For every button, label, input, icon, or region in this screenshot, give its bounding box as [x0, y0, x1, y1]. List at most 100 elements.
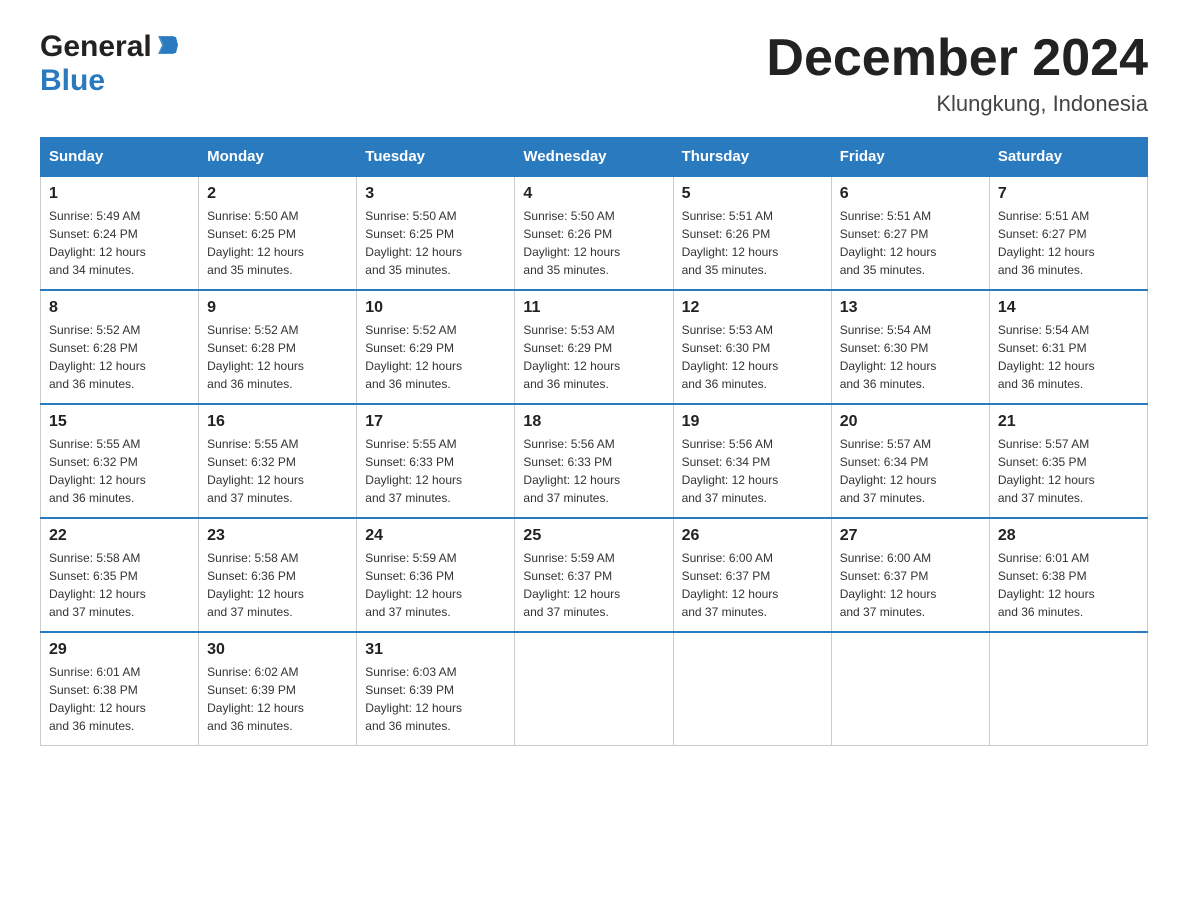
day-number: 23 — [207, 527, 348, 545]
day-number: 4 — [523, 185, 664, 203]
calendar-cell: 2 Sunrise: 5:50 AM Sunset: 6:25 PM Dayli… — [199, 176, 357, 290]
day-info: Sunrise: 5:51 AM Sunset: 6:27 PM Dayligh… — [840, 207, 981, 279]
calendar-cell: 6 Sunrise: 5:51 AM Sunset: 6:27 PM Dayli… — [831, 176, 989, 290]
calendar-cell: 12 Sunrise: 5:53 AM Sunset: 6:30 PM Dayl… — [673, 290, 831, 404]
day-number: 20 — [840, 413, 981, 431]
calendar-week-row: 22 Sunrise: 5:58 AM Sunset: 6:35 PM Dayl… — [41, 518, 1148, 632]
calendar-cell: 9 Sunrise: 5:52 AM Sunset: 6:28 PM Dayli… — [199, 290, 357, 404]
calendar-cell: 8 Sunrise: 5:52 AM Sunset: 6:28 PM Dayli… — [41, 290, 199, 404]
day-info: Sunrise: 5:56 AM Sunset: 6:33 PM Dayligh… — [523, 435, 664, 507]
calendar-cell: 7 Sunrise: 5:51 AM Sunset: 6:27 PM Dayli… — [989, 176, 1147, 290]
day-info: Sunrise: 5:50 AM Sunset: 6:26 PM Dayligh… — [523, 207, 664, 279]
day-number: 11 — [523, 299, 664, 317]
day-info: Sunrise: 5:55 AM Sunset: 6:32 PM Dayligh… — [207, 435, 348, 507]
title-section: December 2024 Klungkung, Indonesia — [766, 30, 1148, 117]
calendar-cell: 17 Sunrise: 5:55 AM Sunset: 6:33 PM Dayl… — [357, 404, 515, 518]
day-info: Sunrise: 5:50 AM Sunset: 6:25 PM Dayligh… — [207, 207, 348, 279]
calendar-cell: 19 Sunrise: 5:56 AM Sunset: 6:34 PM Dayl… — [673, 404, 831, 518]
day-info: Sunrise: 5:53 AM Sunset: 6:29 PM Dayligh… — [523, 321, 664, 393]
calendar-cell: 14 Sunrise: 5:54 AM Sunset: 6:31 PM Dayl… — [989, 290, 1147, 404]
calendar-week-row: 15 Sunrise: 5:55 AM Sunset: 6:32 PM Dayl… — [41, 404, 1148, 518]
logo: General Blue — [40, 30, 178, 98]
calendar-cell — [831, 632, 989, 746]
day-number: 9 — [207, 299, 348, 317]
calendar-cell — [515, 632, 673, 746]
calendar-header-monday: Monday — [199, 138, 357, 177]
day-number: 31 — [365, 641, 506, 659]
day-info: Sunrise: 5:56 AM Sunset: 6:34 PM Dayligh… — [682, 435, 823, 507]
day-number: 25 — [523, 527, 664, 545]
calendar-header-friday: Friday — [831, 138, 989, 177]
day-info: Sunrise: 6:01 AM Sunset: 6:38 PM Dayligh… — [998, 549, 1139, 621]
calendar-header-tuesday: Tuesday — [357, 138, 515, 177]
day-number: 18 — [523, 413, 664, 431]
day-number: 2 — [207, 185, 348, 203]
day-info: Sunrise: 6:01 AM Sunset: 6:38 PM Dayligh… — [49, 663, 190, 735]
calendar-week-row: 29 Sunrise: 6:01 AM Sunset: 6:38 PM Dayl… — [41, 632, 1148, 746]
calendar-cell: 10 Sunrise: 5:52 AM Sunset: 6:29 PM Dayl… — [357, 290, 515, 404]
calendar-header-saturday: Saturday — [989, 138, 1147, 177]
page-header: General Blue December 2024 Klungkung, In… — [40, 30, 1148, 117]
day-number: 24 — [365, 527, 506, 545]
calendar-cell — [673, 632, 831, 746]
day-info: Sunrise: 5:58 AM Sunset: 6:35 PM Dayligh… — [49, 549, 190, 621]
calendar-header-wednesday: Wednesday — [515, 138, 673, 177]
day-info: Sunrise: 5:51 AM Sunset: 6:26 PM Dayligh… — [682, 207, 823, 279]
calendar-cell: 4 Sunrise: 5:50 AM Sunset: 6:26 PM Dayli… — [515, 176, 673, 290]
calendar-cell: 26 Sunrise: 6:00 AM Sunset: 6:37 PM Dayl… — [673, 518, 831, 632]
day-number: 28 — [998, 527, 1139, 545]
calendar-week-row: 8 Sunrise: 5:52 AM Sunset: 6:28 PM Dayli… — [41, 290, 1148, 404]
calendar-cell: 30 Sunrise: 6:02 AM Sunset: 6:39 PM Dayl… — [199, 632, 357, 746]
day-number: 7 — [998, 185, 1139, 203]
calendar-week-row: 1 Sunrise: 5:49 AM Sunset: 6:24 PM Dayli… — [41, 176, 1148, 290]
page-subtitle: Klungkung, Indonesia — [766, 91, 1148, 117]
day-number: 3 — [365, 185, 506, 203]
day-number: 22 — [49, 527, 190, 545]
day-number: 16 — [207, 413, 348, 431]
calendar-table: SundayMondayTuesdayWednesdayThursdayFrid… — [40, 137, 1148, 746]
day-info: Sunrise: 5:51 AM Sunset: 6:27 PM Dayligh… — [998, 207, 1139, 279]
day-info: Sunrise: 5:52 AM Sunset: 6:29 PM Dayligh… — [365, 321, 506, 393]
calendar-cell: 21 Sunrise: 5:57 AM Sunset: 6:35 PM Dayl… — [989, 404, 1147, 518]
day-info: Sunrise: 5:58 AM Sunset: 6:36 PM Dayligh… — [207, 549, 348, 621]
day-number: 14 — [998, 299, 1139, 317]
calendar-cell: 31 Sunrise: 6:03 AM Sunset: 6:39 PM Dayl… — [357, 632, 515, 746]
day-number: 29 — [49, 641, 190, 659]
day-number: 8 — [49, 299, 190, 317]
calendar-cell: 1 Sunrise: 5:49 AM Sunset: 6:24 PM Dayli… — [41, 176, 199, 290]
day-info: Sunrise: 5:54 AM Sunset: 6:31 PM Dayligh… — [998, 321, 1139, 393]
calendar-cell: 18 Sunrise: 5:56 AM Sunset: 6:33 PM Dayl… — [515, 404, 673, 518]
calendar-cell: 15 Sunrise: 5:55 AM Sunset: 6:32 PM Dayl… — [41, 404, 199, 518]
day-info: Sunrise: 5:49 AM Sunset: 6:24 PM Dayligh… — [49, 207, 190, 279]
logo-blue-text: Blue — [40, 64, 105, 97]
day-number: 13 — [840, 299, 981, 317]
day-info: Sunrise: 5:50 AM Sunset: 6:25 PM Dayligh… — [365, 207, 506, 279]
calendar-cell: 20 Sunrise: 5:57 AM Sunset: 6:34 PM Dayl… — [831, 404, 989, 518]
day-info: Sunrise: 5:53 AM Sunset: 6:30 PM Dayligh… — [682, 321, 823, 393]
day-number: 15 — [49, 413, 190, 431]
calendar-cell: 23 Sunrise: 5:58 AM Sunset: 6:36 PM Dayl… — [199, 518, 357, 632]
calendar-cell: 3 Sunrise: 5:50 AM Sunset: 6:25 PM Dayli… — [357, 176, 515, 290]
day-number: 1 — [49, 185, 190, 203]
day-number: 26 — [682, 527, 823, 545]
day-info: Sunrise: 5:52 AM Sunset: 6:28 PM Dayligh… — [207, 321, 348, 393]
day-number: 17 — [365, 413, 506, 431]
calendar-cell: 24 Sunrise: 5:59 AM Sunset: 6:36 PM Dayl… — [357, 518, 515, 632]
page-title: December 2024 — [766, 30, 1148, 87]
day-number: 10 — [365, 299, 506, 317]
day-info: Sunrise: 5:57 AM Sunset: 6:34 PM Dayligh… — [840, 435, 981, 507]
logo-general-text: General — [40, 30, 152, 64]
calendar-cell: 29 Sunrise: 6:01 AM Sunset: 6:38 PM Dayl… — [41, 632, 199, 746]
calendar-cell: 28 Sunrise: 6:01 AM Sunset: 6:38 PM Dayl… — [989, 518, 1147, 632]
calendar-cell: 11 Sunrise: 5:53 AM Sunset: 6:29 PM Dayl… — [515, 290, 673, 404]
calendar-header-row: SundayMondayTuesdayWednesdayThursdayFrid… — [41, 138, 1148, 177]
day-info: Sunrise: 6:03 AM Sunset: 6:39 PM Dayligh… — [365, 663, 506, 735]
day-info: Sunrise: 5:55 AM Sunset: 6:32 PM Dayligh… — [49, 435, 190, 507]
day-info: Sunrise: 5:57 AM Sunset: 6:35 PM Dayligh… — [998, 435, 1139, 507]
day-info: Sunrise: 5:59 AM Sunset: 6:36 PM Dayligh… — [365, 549, 506, 621]
day-info: Sunrise: 6:02 AM Sunset: 6:39 PM Dayligh… — [207, 663, 348, 735]
day-number: 27 — [840, 527, 981, 545]
day-info: Sunrise: 6:00 AM Sunset: 6:37 PM Dayligh… — [840, 549, 981, 621]
calendar-cell — [989, 632, 1147, 746]
day-number: 21 — [998, 413, 1139, 431]
